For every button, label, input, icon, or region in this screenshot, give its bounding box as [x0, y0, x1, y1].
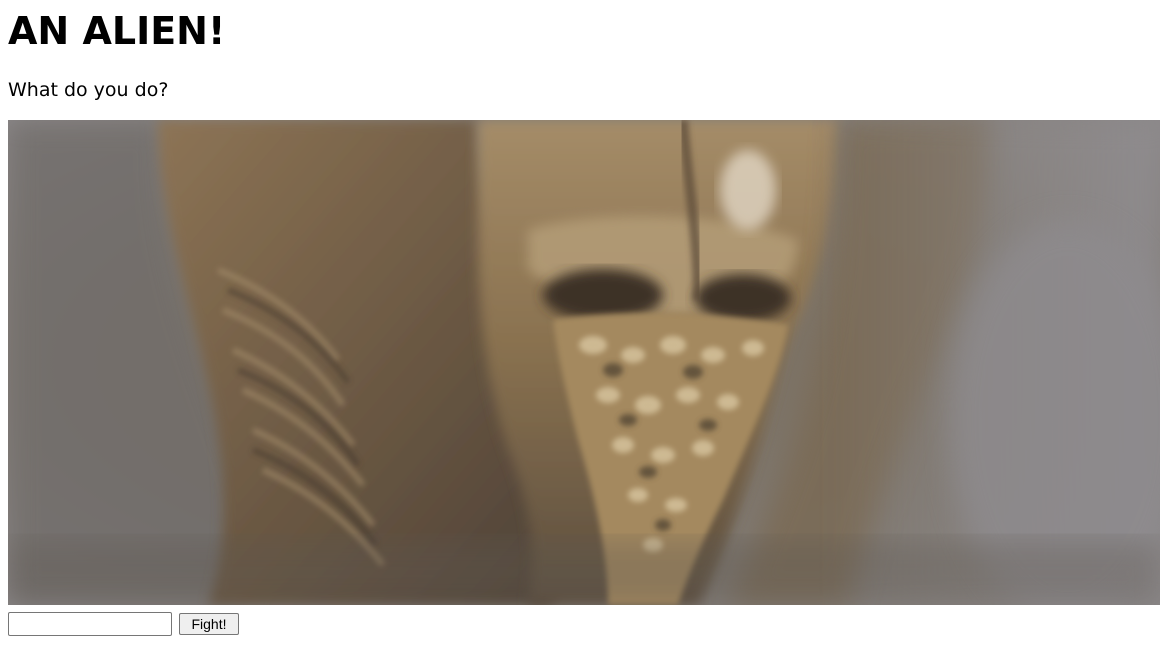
prompt-text: What do you do?: [8, 79, 169, 101]
alien-image: [8, 120, 1160, 605]
page-title: AN ALIEN!: [8, 9, 226, 53]
fight-button[interactable]: Fight!: [179, 613, 239, 635]
action-input[interactable]: [8, 612, 172, 636]
